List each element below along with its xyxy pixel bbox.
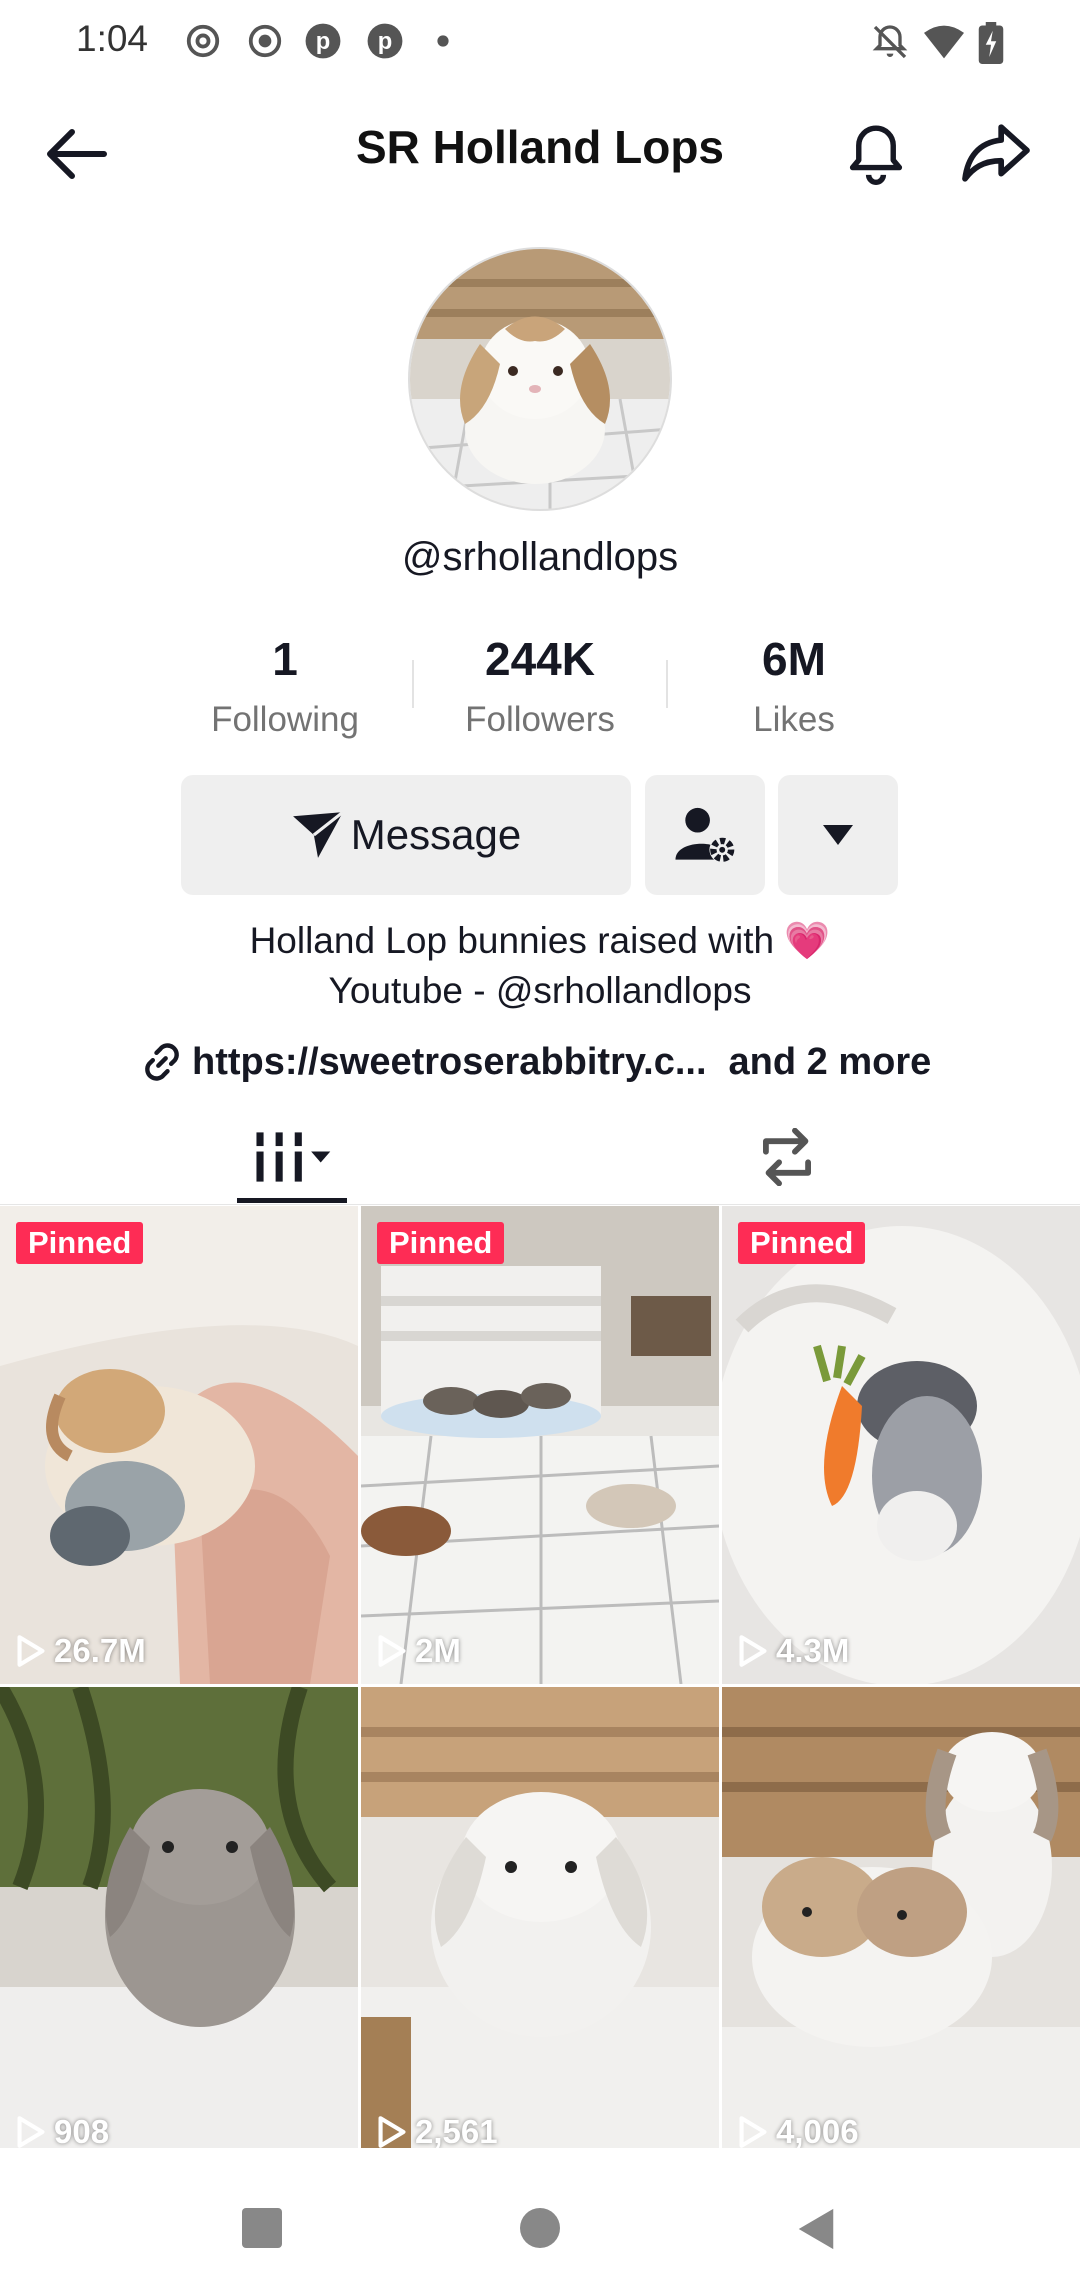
likes-label[interactable]: Likes bbox=[664, 700, 924, 740]
view-count-text: 26.7M bbox=[54, 1632, 146, 1669]
view-count: 26.7M bbox=[16, 1632, 146, 1670]
avatar[interactable] bbox=[408, 247, 672, 511]
grid-tab-icon bbox=[256, 1132, 331, 1182]
send-icon bbox=[292, 810, 344, 858]
user-settings-icon bbox=[675, 807, 736, 863]
pinned-badge: Pinned bbox=[16, 1222, 144, 1264]
bell-muted-icon bbox=[872, 25, 908, 59]
caret-down-icon bbox=[823, 825, 853, 845]
view-count: 2,561 bbox=[377, 2113, 498, 2151]
following-label[interactable]: Following bbox=[155, 700, 415, 740]
play-icon bbox=[17, 1635, 45, 1667]
status-time: 1:04 bbox=[76, 18, 149, 59]
wifi-icon bbox=[924, 25, 964, 59]
dot-icon bbox=[437, 35, 449, 47]
back-button[interactable] bbox=[795, 2206, 837, 2252]
message-button[interactable]: Message bbox=[181, 775, 631, 895]
video-thumbnail[interactable]: Pinned 4.3M bbox=[722, 1206, 1080, 1684]
play-icon bbox=[378, 2116, 406, 2148]
tab-reposts[interactable] bbox=[742, 1112, 832, 1202]
video-thumbnail[interactable]: Pinned 2M bbox=[361, 1206, 719, 1684]
view-count-text: 4,006 bbox=[776, 2113, 859, 2150]
battery-charging-icon bbox=[978, 22, 1004, 64]
view-count: 908 bbox=[16, 2113, 109, 2151]
view-count-text: 4.3M bbox=[776, 1632, 850, 1669]
record-icon bbox=[248, 24, 282, 58]
link-icon bbox=[145, 1043, 179, 1081]
bunny-avatar-image bbox=[410, 249, 670, 509]
followers-count[interactable]: 244K bbox=[410, 632, 670, 686]
more-options-dropdown-button[interactable] bbox=[778, 775, 898, 895]
likes-count[interactable]: 6M bbox=[664, 632, 924, 686]
video-thumbnail[interactable]: 908 bbox=[0, 1687, 358, 2165]
view-count-text: 2M bbox=[415, 1632, 461, 1669]
view-count: 4,006 bbox=[738, 2113, 859, 2151]
bio-line-1: Holland Lop bunnies raised with 💗 bbox=[249, 920, 831, 961]
share-icon[interactable] bbox=[962, 122, 1030, 184]
play-icon bbox=[739, 1635, 767, 1667]
view-count: 2M bbox=[377, 1632, 461, 1670]
video-preview-image bbox=[0, 1687, 358, 2148]
bio-line-2: Youtube - @srhollandlops bbox=[328, 970, 752, 1011]
view-count: 4.3M bbox=[738, 1632, 849, 1670]
svg-text:p: p bbox=[316, 28, 331, 55]
profile-handle: @srhollandlops bbox=[401, 535, 679, 579]
pinned-badge: Pinned bbox=[377, 1222, 505, 1264]
threads-icon bbox=[186, 24, 220, 58]
video-preview-image bbox=[361, 1687, 719, 2148]
pinterest-icon: p bbox=[367, 23, 403, 59]
play-icon bbox=[378, 1635, 406, 1667]
followers-label[interactable]: Followers bbox=[410, 700, 670, 740]
message-label: Message bbox=[350, 811, 522, 858]
recents-button[interactable] bbox=[242, 2208, 282, 2248]
video-preview-image bbox=[722, 1206, 1080, 1684]
video-thumbnail[interactable]: Pinned 26.7M bbox=[0, 1206, 358, 1684]
system-navigation-bar bbox=[0, 2148, 1080, 2280]
pinterest-icon: p bbox=[305, 23, 341, 59]
video-thumbnail[interactable]: 2,561 bbox=[361, 1687, 719, 2165]
video-preview-image bbox=[361, 1206, 719, 1684]
video-preview-image bbox=[722, 1687, 1080, 2148]
more-links[interactable]: and 2 more bbox=[729, 1041, 932, 1084]
view-count-text: 2,561 bbox=[415, 2113, 498, 2150]
play-icon bbox=[17, 2116, 45, 2148]
tab-divider bbox=[0, 1204, 1080, 1205]
following-count[interactable]: 1 bbox=[155, 632, 415, 686]
video-preview-image bbox=[0, 1206, 358, 1684]
home-button[interactable] bbox=[520, 2208, 560, 2248]
active-tab-indicator bbox=[237, 1198, 347, 1203]
play-icon bbox=[739, 2116, 767, 2148]
pinned-badge: Pinned bbox=[738, 1222, 866, 1264]
video-thumbnail[interactable]: 4,006 bbox=[722, 1687, 1080, 2165]
repost-icon bbox=[763, 1128, 811, 1186]
bell-icon[interactable] bbox=[845, 122, 907, 186]
page-title: SR Holland Lops bbox=[356, 121, 724, 173]
svg-text:p: p bbox=[378, 28, 393, 55]
tab-videos[interactable] bbox=[237, 1112, 347, 1202]
profile-link[interactable]: https://sweetroserabbitry.c... bbox=[192, 1041, 707, 1084]
view-count-text: 908 bbox=[54, 2113, 110, 2150]
follow-settings-button[interactable] bbox=[645, 775, 765, 895]
profile-link-row[interactable]: https://sweetroserabbitry.c... and 2 mor… bbox=[140, 1040, 931, 1084]
